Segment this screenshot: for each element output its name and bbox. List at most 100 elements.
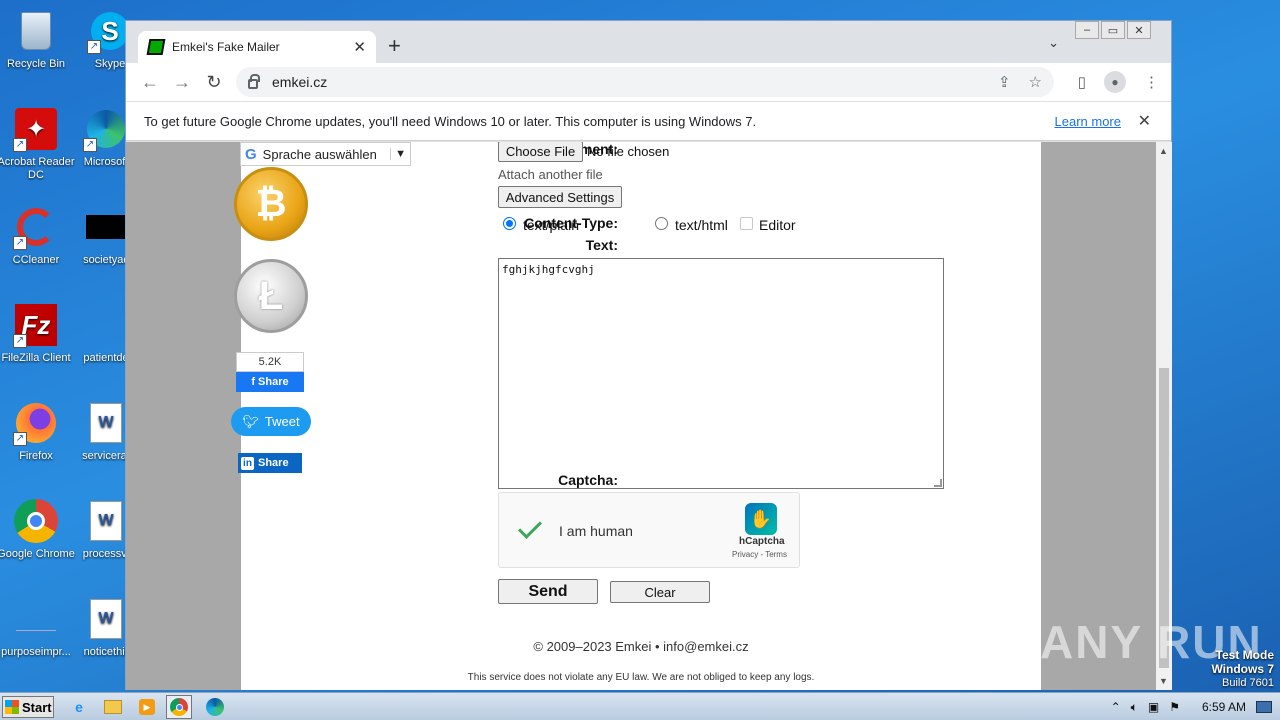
chrome-taskbar-icon[interactable] — [166, 695, 192, 719]
new-tab-button[interactable]: + — [388, 33, 401, 59]
language-selector[interactable]: G Sprache auswählen ▼ — [240, 142, 411, 166]
reload-button[interactable]: ↻ — [198, 72, 230, 93]
desktop-icon-chrome[interactable]: Google Chrome — [0, 498, 76, 561]
litecoin-icon[interactable]: Ł — [234, 259, 308, 333]
profile-avatar-icon[interactable]: ● — [1104, 71, 1126, 93]
test-mode-notice: Test Mode Windows 7 Build 7601 — [1211, 648, 1274, 690]
content-type-plain-label: text/plain — [523, 217, 580, 233]
facebook-icon: f — [251, 376, 256, 388]
edge-taskbar-icon[interactable] — [202, 695, 228, 719]
internet-explorer-icon[interactable]: e — [66, 695, 92, 719]
update-infobar: To get future Google Chrome updates, you… — [126, 101, 1171, 141]
network-icon[interactable]: ▣ — [1148, 700, 1159, 714]
address-bar[interactable]: emkei.cz ⇪ ☆ — [236, 67, 1054, 97]
bitcoin-icon[interactable]: ₿ — [234, 167, 308, 241]
system-tray: ⌃ 🔈︎ ▣ ⚑ 6:59 AM — [1111, 693, 1272, 720]
word-document-icon: W — [83, 498, 129, 544]
edge-icon: ↗ — [83, 106, 129, 152]
desktop-icon-recycle-bin[interactable]: Recycle Bin — [0, 8, 76, 71]
tweet-button[interactable]: 🐦︎ Tweet — [231, 407, 311, 436]
minimize-button[interactable]: ‒ — [1075, 21, 1099, 39]
close-infobar-icon[interactable]: ✕ — [1138, 111, 1151, 131]
send-button[interactable]: Send — [498, 579, 598, 604]
desktop-icon-label: purposeimpr... — [1, 646, 71, 658]
resize-grip-icon[interactable] — [934, 479, 942, 487]
content-type-plain-radio[interactable] — [503, 217, 516, 230]
file-icon — [13, 596, 59, 642]
checkmark-icon — [517, 514, 543, 540]
desktop-icon-label: Acrobat Reader DC — [0, 156, 75, 181]
browser-tab[interactable]: Emkei's Fake Mailer ✕ — [138, 31, 376, 63]
forward-button[interactable]: → — [166, 72, 198, 93]
hcaptcha-privacy-terms[interactable]: Privacy - Terms — [732, 550, 787, 559]
taskbar: Start e ▶ ⌃ 🔈︎ ▣ ⚑ 6:59 AM — [0, 692, 1280, 720]
start-button[interactable]: Start — [2, 696, 54, 718]
fb-share-label: Share — [258, 376, 289, 388]
show-desktop-icon[interactable] — [1256, 701, 1272, 713]
volume-icon[interactable]: 🔈︎ — [1131, 700, 1138, 715]
choose-file-button[interactable]: Choose File — [498, 142, 583, 162]
message-textarea[interactable]: fghjkjhgfcvghj — [498, 258, 944, 489]
filezilla-icon: Fz ↗ — [13, 302, 59, 348]
windows-logo-icon — [5, 700, 19, 714]
browser-window: ‒ ▭ ✕ Emkei's Fake Mailer ✕ + ⌄ ← → ↻ em… — [125, 20, 1172, 690]
no-file-chosen-text: No file chosen — [587, 144, 670, 159]
tweet-label: Tweet — [264, 414, 300, 429]
desktop-icon-ccleaner[interactable]: ↗ CCleaner — [0, 204, 76, 267]
advanced-settings-button[interactable]: Advanced Settings — [498, 186, 622, 208]
desktop-icon-filezilla[interactable]: Fz ↗ FileZilla Client — [0, 302, 76, 365]
attach-another-file-link[interactable]: Attach another file — [498, 167, 603, 182]
desktop-icon-label: Google Chrome — [0, 548, 75, 560]
captcha-text: I am human — [559, 523, 633, 539]
file-icon — [83, 204, 129, 250]
hcaptcha-widget[interactable]: I am human ✋ hCaptcha Privacy - Terms — [498, 492, 800, 568]
learn-more-link[interactable]: Learn more — [1055, 114, 1121, 129]
test-mode-line2: Windows 7 — [1211, 662, 1274, 676]
share-icon[interactable]: ⇪ — [998, 73, 1011, 91]
editor-label: Editor — [759, 217, 796, 233]
vertical-scrollbar[interactable]: ▲ ▼ — [1156, 142, 1172, 690]
acrobat-icon: ✦ ↗ — [13, 106, 59, 152]
file-explorer-icon[interactable] — [100, 695, 126, 719]
desktop-icon-label: Firefox — [19, 450, 53, 462]
desktop-icon-firefox[interactable]: ↗ Firefox — [0, 400, 76, 463]
desktop-icon-acrobat[interactable]: ✦ ↗ Acrobat Reader DC — [0, 106, 76, 182]
footer-notice: This service does not violate any EU law… — [467, 672, 815, 683]
desktop-icon-label: Recycle Bin — [6, 58, 66, 70]
editor-checkbox[interactable] — [740, 217, 753, 230]
scroll-down-icon[interactable]: ▼ — [1159, 676, 1168, 686]
close-tab-icon[interactable]: ✕ — [353, 38, 366, 56]
firefox-icon: ↗ — [13, 400, 59, 446]
twitter-bird-icon: 🐦︎ — [242, 413, 259, 429]
window-controls: ‒ ▭ ✕ — [1075, 21, 1151, 39]
fb-share-button[interactable]: f Share — [236, 372, 304, 392]
url-text: emkei.cz — [272, 74, 328, 90]
content-type-html-radio[interactable] — [655, 217, 668, 230]
media-player-icon[interactable]: ▶ — [134, 695, 160, 719]
chrome-icon — [13, 498, 59, 544]
text-label: Text: — [585, 237, 618, 253]
hcaptcha-logo-icon: ✋ — [745, 503, 777, 535]
back-button[interactable]: ← — [134, 72, 166, 93]
page-viewport: G Sprache auswählen ▼ ₿ Ł 5.2K f Share 🐦︎… — [126, 142, 1156, 690]
facebook-share-widget[interactable]: 5.2K f Share — [236, 352, 304, 392]
clock[interactable]: 6:59 AM — [1202, 700, 1246, 714]
test-mode-line3: Build 7601 — [1222, 677, 1274, 689]
word-document-icon: W — [83, 596, 129, 642]
scroll-up-icon[interactable]: ▲ — [1159, 146, 1168, 156]
desktop-icon-purposeimpr[interactable]: purposeimpr... — [0, 596, 76, 659]
language-selector-label: Sprache auswählen — [262, 146, 377, 162]
linkedin-share-button[interactable]: in Share — [238, 453, 302, 473]
lock-icon — [248, 74, 260, 89]
show-hidden-icons-icon[interactable]: ⌃ — [1111, 700, 1121, 714]
side-panel-icon[interactable]: ▯ — [1078, 73, 1086, 91]
close-window-button[interactable]: ✕ — [1127, 21, 1151, 39]
maximize-button[interactable]: ▭ — [1101, 21, 1125, 39]
action-center-flag-icon[interactable]: ⚑ — [1169, 700, 1180, 714]
clear-button[interactable]: Clear — [610, 581, 710, 603]
tab-favicon — [146, 39, 166, 55]
menu-kebab-icon[interactable]: ⋮ — [1144, 73, 1159, 91]
browser-toolbar: ← → ↻ emkei.cz ⇪ ☆ ▯ ● ⋮ — [126, 63, 1171, 101]
tab-search-icon[interactable]: ⌄ — [1048, 35, 1059, 51]
bookmark-star-icon[interactable]: ☆ — [1029, 73, 1042, 91]
